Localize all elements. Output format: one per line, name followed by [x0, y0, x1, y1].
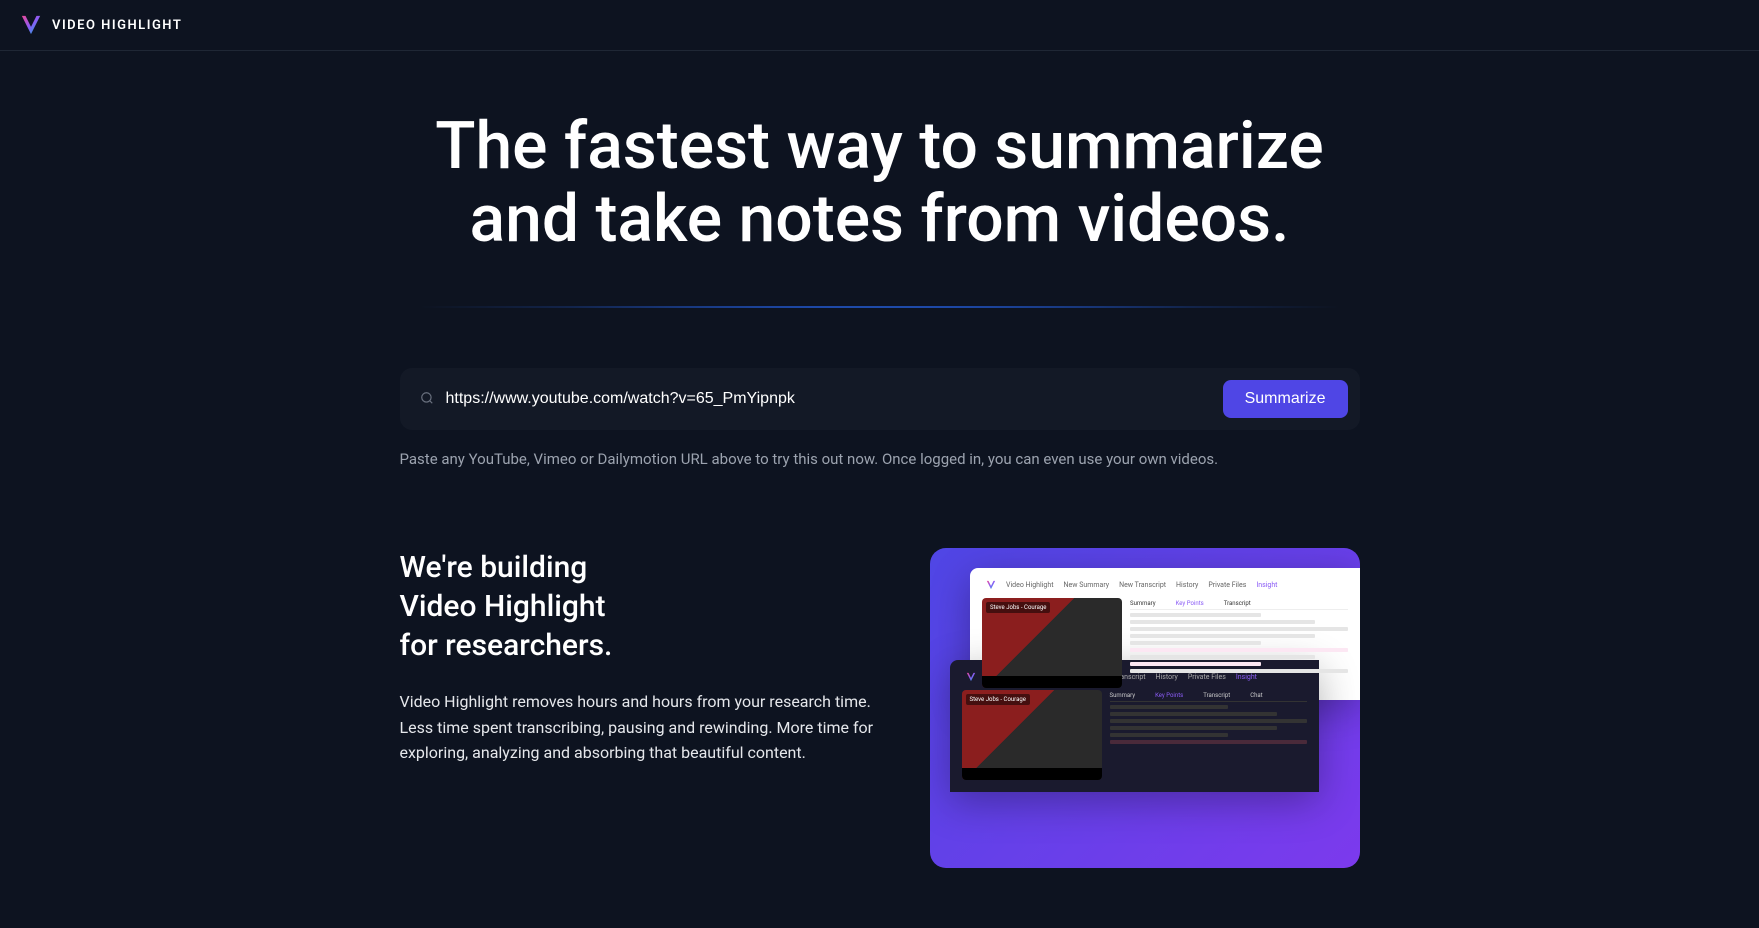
- mockup-nav-item: New Transcript: [1119, 581, 1166, 589]
- brand-logo[interactable]: VIDEO HIGHLIGHT: [20, 14, 182, 36]
- mockup-video-player: Steve Jobs - Courage: [982, 598, 1122, 688]
- logo-icon: [20, 14, 42, 36]
- mockup-nav-item: Private Files: [1208, 581, 1246, 589]
- feature-section: We're building Video Highlight for resea…: [400, 548, 1360, 868]
- app-header: VIDEO HIGHLIGHT: [0, 0, 1759, 51]
- mockup-video-title: Steve Jobs - Courage: [986, 602, 1050, 613]
- mockup-video-player: Steve Jobs - Courage: [962, 690, 1102, 780]
- feature-title-line1: We're building: [400, 550, 588, 585]
- logo-icon: [986, 580, 996, 590]
- mockup-text-line: [1130, 641, 1261, 645]
- mockup-content: Summary Key Points Transcript Chat: [1110, 690, 1307, 780]
- feature-visual: Video Highlight New Summary New Transcri…: [930, 548, 1360, 868]
- mockup-tab: Summary: [1110, 692, 1136, 699]
- mockup-header: Video Highlight New Summary New Transcri…: [978, 576, 1352, 594]
- mockup-video-column: Steve Jobs - Courage: [962, 690, 1102, 780]
- mockup-video-controls: [962, 768, 1102, 780]
- mockup-nav-item: History: [1176, 581, 1198, 589]
- search-container: Summarize: [400, 368, 1360, 430]
- mockup-text-line: [1110, 705, 1228, 709]
- mockup-highlight-line: [1130, 662, 1261, 666]
- mockup-tab: Transcript: [1224, 600, 1251, 607]
- url-input[interactable]: [446, 390, 1211, 408]
- feature-title-line3: for researchers.: [400, 628, 613, 663]
- logo-icon: [966, 672, 976, 682]
- mockup-tab: Chat: [1250, 692, 1262, 699]
- search-hint: Paste any YouTube, Vimeo or Dailymotion …: [400, 450, 1360, 468]
- brand-name: VIDEO HIGHLIGHT: [52, 18, 182, 33]
- mockup-text-line: [1130, 627, 1348, 631]
- mockup-nav-item: Insight: [1256, 581, 1277, 589]
- mockup-video-controls: [982, 676, 1122, 688]
- mockup-text-line: [1110, 712, 1277, 716]
- mockup-body: Steve Jobs - Courage Summary Key Points …: [958, 686, 1311, 784]
- mockup-highlight-line: [1110, 740, 1307, 744]
- mockup-text-line: [1110, 726, 1277, 730]
- mockup-text-line: [1130, 620, 1315, 624]
- feature-description: Video Highlight removes hours and hours …: [400, 689, 880, 766]
- summarize-button[interactable]: Summarize: [1223, 380, 1348, 418]
- main-content: The fastest way to summarize and take no…: [380, 51, 1380, 928]
- mockup-tab: Summary: [1130, 600, 1156, 607]
- mockup-tabs: Summary Key Points Transcript Chat: [1110, 690, 1307, 702]
- feature-text-block: We're building Video Highlight for resea…: [400, 548, 880, 766]
- mockup-text-line: [1130, 655, 1315, 659]
- mockup-tabs: Summary Key Points Transcript: [1130, 598, 1348, 610]
- mockup-tab: Key Points: [1176, 600, 1204, 607]
- mockup-tab: Transcript: [1203, 692, 1230, 699]
- mockup-highlight-line: [1130, 648, 1348, 652]
- feature-title: We're building Video Highlight for resea…: [400, 548, 880, 665]
- mockup-nav-item: History: [1156, 673, 1178, 681]
- search-icon: [412, 390, 434, 409]
- mockup-nav-item: Insight: [1236, 673, 1257, 681]
- mockup-video-title: Steve Jobs - Courage: [966, 694, 1030, 705]
- hero-title: The fastest way to summarize and take no…: [400, 111, 1360, 256]
- mockup-text-line: [1130, 634, 1315, 638]
- feature-title-line2: Video Highlight: [400, 589, 606, 624]
- mockup-text-line: [1110, 719, 1307, 723]
- mockup-app-name: Video Highlight: [1006, 581, 1054, 589]
- mockup-video-column: Steve Jobs - Courage: [982, 598, 1122, 688]
- mockup-text-line: [1110, 733, 1228, 737]
- mockup-nav-item: New Summary: [1064, 581, 1110, 589]
- mockup-tab: Key Points: [1155, 692, 1183, 699]
- divider-glow: [400, 306, 1360, 308]
- mockup-nav-item: Private Files: [1188, 673, 1226, 681]
- mockup-text-line: [1130, 613, 1261, 617]
